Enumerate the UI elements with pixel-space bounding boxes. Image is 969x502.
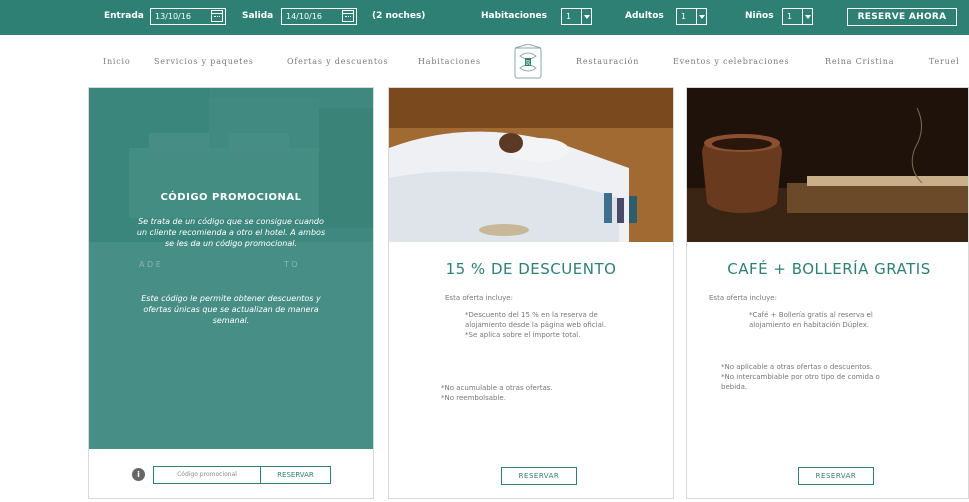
booking-bar: Entrada 13/10/16 Salida 14/10/16 (2 noch… (0, 0, 969, 35)
nights-count: (2 noches) (372, 11, 426, 21)
nav-item-inicio[interactable]: Inicio (103, 57, 131, 66)
ghost-text: A D E (139, 260, 161, 269)
promo-description-2: Este código le permite obtener descuento… (141, 294, 321, 325)
offer-items: *Café + Bollería gratis al reserva el al… (749, 310, 909, 330)
hotel-crest-logo[interactable]: R (511, 44, 545, 80)
offer-note: *No aplicable a otras ofertas o descuent… (721, 363, 873, 371)
offer-card-coffee: CAFÉ + BOLLERÍA GRATIS Esta oferta inclu… (686, 87, 969, 499)
nav-item-restauracion[interactable]: Restauración (576, 57, 639, 66)
rooms-value: 1 (566, 12, 572, 21)
reserve-button[interactable]: RESERVAR (798, 467, 874, 485)
reserve-button[interactable]: RESERVAR (501, 467, 577, 485)
offer-notes: *No acumulable a otras ofertas. *No reem… (441, 383, 631, 403)
offer-notes: *No aplicable a otras ofertas o descuent… (721, 362, 901, 392)
nav-item-eventos[interactable]: Eventos y celebraciones (673, 57, 789, 66)
rooms-select[interactable]: 1 (561, 8, 592, 25)
reserve-now-button[interactable]: RESERVE AHORA (847, 8, 957, 26)
children-select[interactable]: 1 (782, 8, 813, 25)
offer-items: *Descuento del 15 % en la reserva de alo… (465, 310, 625, 340)
offer-title: CAFÉ + BOLLERÍA GRATIS (727, 260, 931, 278)
offer-intro: Esta oferta incluye: (709, 294, 777, 302)
promo-title: CÓDIGO PROMOCIONAL (160, 192, 302, 203)
adults-value: 1 (681, 12, 687, 21)
offer-note: *No reembolsable. (441, 394, 506, 402)
offer-title: 15 % DE DESCUENTO (445, 260, 617, 278)
adults-label: Adultos (625, 11, 664, 21)
offer-item: *Café + Bollería gratis al reserva el al… (749, 311, 873, 329)
woman-sleeping-photo (389, 88, 673, 242)
checkin-date-value: 13/10/16 (155, 12, 191, 21)
promo-description: Se trata de un código que se consigue cu… (136, 217, 326, 248)
chevron-down-icon (802, 9, 812, 24)
rooms-label: Habitaciones (481, 11, 547, 21)
nav-item-ofertas[interactable]: Ofertas y descuentos (287, 57, 388, 66)
nav-item-servicios[interactable]: Servicios y paquetes (154, 57, 254, 66)
nav-item-habitaciones[interactable]: Habitaciones (418, 57, 481, 66)
children-value: 1 (787, 12, 793, 21)
chevron-down-icon (696, 9, 706, 24)
svg-text:R: R (526, 60, 531, 67)
calendar-icon[interactable] (211, 10, 223, 22)
nav-item-reina-cristina[interactable]: Reina Cristina (825, 57, 894, 66)
adults-select[interactable]: 1 (676, 8, 707, 25)
nav-item-teruel[interactable]: Teruel (929, 57, 960, 66)
calendar-icon[interactable] (342, 10, 354, 22)
offer-note: *No acumulable a otras ofertas. (441, 384, 553, 392)
offer-item: *Descuento del 15 % en la reserva de alo… (465, 311, 607, 329)
info-icon[interactable]: i (132, 468, 145, 481)
offer-note: *No intercambiable por otro tipo de comi… (721, 373, 880, 391)
coffee-cup-photo (687, 88, 968, 242)
promo-code-card: A D E T O CÓDIGO PROMOCIONAL Se trata de… (88, 87, 374, 499)
promo-code-input[interactable]: Código promocional (153, 466, 261, 484)
offer-intro: Esta oferta incluye: (445, 294, 513, 302)
checkin-date-field[interactable]: 13/10/16 (150, 8, 226, 25)
chevron-down-icon (581, 9, 591, 24)
children-label: Niños (745, 11, 774, 21)
checkin-label: Entrada (104, 11, 144, 21)
offer-card-discount: 15 % DE DESCUENTO Esta oferta incluye: *… (388, 87, 674, 499)
promo-overlay (89, 88, 373, 449)
offer-item: *Se aplica sobre el importe total. (465, 331, 581, 339)
checkout-label: Salida (242, 11, 274, 21)
checkout-date-value: 14/10/16 (286, 12, 322, 21)
promo-reserve-button[interactable]: RESERVAR (260, 466, 331, 484)
checkout-date-field[interactable]: 14/10/16 (281, 8, 357, 25)
ghost-text: T O (284, 260, 298, 269)
